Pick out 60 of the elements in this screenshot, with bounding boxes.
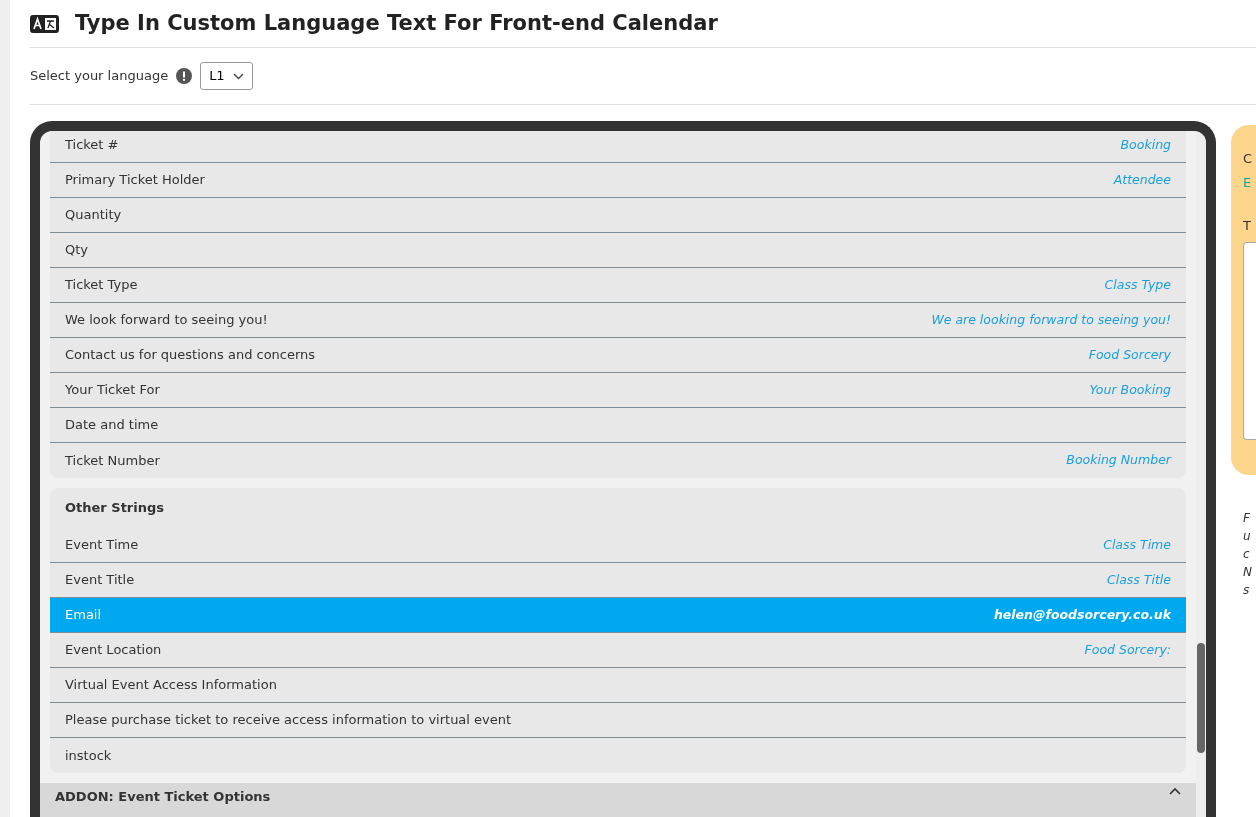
custom-text: We are looking forward to seeing you! bbox=[931, 310, 1171, 329]
string-label: Ticket Number bbox=[65, 451, 160, 470]
string-row[interactable]: instock bbox=[50, 738, 1186, 773]
custom-text: Class Type bbox=[1104, 275, 1171, 294]
string-row[interactable]: We look forward to seeing you! We are looking forward to seeing you! bbox=[50, 303, 1186, 338]
custom-text: Food Sorcery: bbox=[1084, 640, 1171, 659]
string-label: We look forward to seeing you! bbox=[65, 311, 268, 330]
translate-icon bbox=[30, 14, 59, 33]
string-label: Virtual Event Access Information bbox=[65, 676, 277, 695]
string-label: Ticket # bbox=[65, 136, 119, 155]
string-label: Quantity bbox=[65, 206, 122, 225]
scrollbar-thumb[interactable] bbox=[1197, 643, 1205, 753]
text-area[interactable] bbox=[1243, 241, 1256, 440]
string-label: Event Title bbox=[65, 571, 135, 590]
language-label: Select your language bbox=[30, 67, 169, 86]
string-label: Date and time bbox=[65, 416, 159, 435]
string-row[interactable]: Ticket # Booking bbox=[50, 131, 1186, 163]
string-label: Primary Ticket Holder bbox=[65, 171, 205, 190]
chevron-down-icon bbox=[232, 72, 244, 80]
panel-heading: C bbox=[1243, 150, 1254, 168]
string-label: Please purchase ticket to receive access information to virtual event bbox=[65, 711, 512, 730]
custom-text: Class Title bbox=[1106, 570, 1171, 589]
string-row[interactable]: Date and time bbox=[50, 408, 1186, 443]
string-row[interactable]: Please purchase ticket to receive access information to virtual event bbox=[50, 703, 1186, 738]
string-row[interactable]: Contact us for questions and concerns Food Sorcery bbox=[50, 338, 1186, 373]
string-row[interactable]: Quantity bbox=[50, 198, 1186, 233]
note-text: c bbox=[1243, 546, 1251, 563]
language-select[interactable]: L1 bbox=[200, 62, 253, 90]
string-label: Event Location bbox=[65, 641, 162, 660]
string-label: Contact us for questions and concerns bbox=[65, 346, 316, 365]
custom-text: Class Time bbox=[1103, 535, 1171, 554]
string-row[interactable]: Ticket Number Booking Number bbox=[50, 443, 1186, 478]
note-text: F bbox=[1243, 510, 1251, 527]
custom-text: Your Booking bbox=[1089, 380, 1171, 399]
custom-text: helen@foodsorcery.co.uk bbox=[993, 605, 1171, 624]
string-label: instock bbox=[65, 746, 112, 765]
info-icon[interactable] bbox=[176, 68, 193, 84]
custom-text: Booking Number bbox=[1066, 451, 1171, 470]
string-label: Email bbox=[65, 606, 102, 625]
string-label: Event Time bbox=[65, 536, 139, 555]
string-row[interactable]: Ticket Type Class Type bbox=[50, 268, 1186, 303]
group-heading: Other Strings bbox=[64, 499, 166, 517]
string-row[interactable]: Event Time Class Time bbox=[50, 528, 1186, 563]
note-text: s bbox=[1243, 582, 1251, 599]
string-row[interactable]: Your Ticket For Your Booking bbox=[50, 373, 1186, 408]
string-label: Ticket Type bbox=[65, 276, 138, 295]
note-text: u bbox=[1243, 528, 1252, 545]
string-row[interactable]: Virtual Event Access Information bbox=[50, 668, 1186, 703]
string-row[interactable]: Qty bbox=[50, 233, 1186, 268]
string-label: Your Ticket For bbox=[65, 381, 160, 400]
field-label: T bbox=[1243, 217, 1252, 235]
custom-text: Booking bbox=[1120, 135, 1171, 154]
page-title: Type In Custom Language Text For Front-end Calendar bbox=[75, 10, 718, 37]
string-row[interactable]: Primary Ticket Holder Attendee bbox=[50, 163, 1186, 198]
note-text: N bbox=[1243, 564, 1253, 581]
custom-text: Attendee bbox=[1113, 170, 1171, 189]
string-label: Qty bbox=[65, 241, 89, 260]
addon-section-header[interactable]: ADDON: Event Ticket Options bbox=[40, 783, 1196, 817]
string-row[interactable]: Event Location Food Sorcery: bbox=[50, 633, 1186, 668]
custom-text: Food Sorcery bbox=[1088, 345, 1171, 364]
